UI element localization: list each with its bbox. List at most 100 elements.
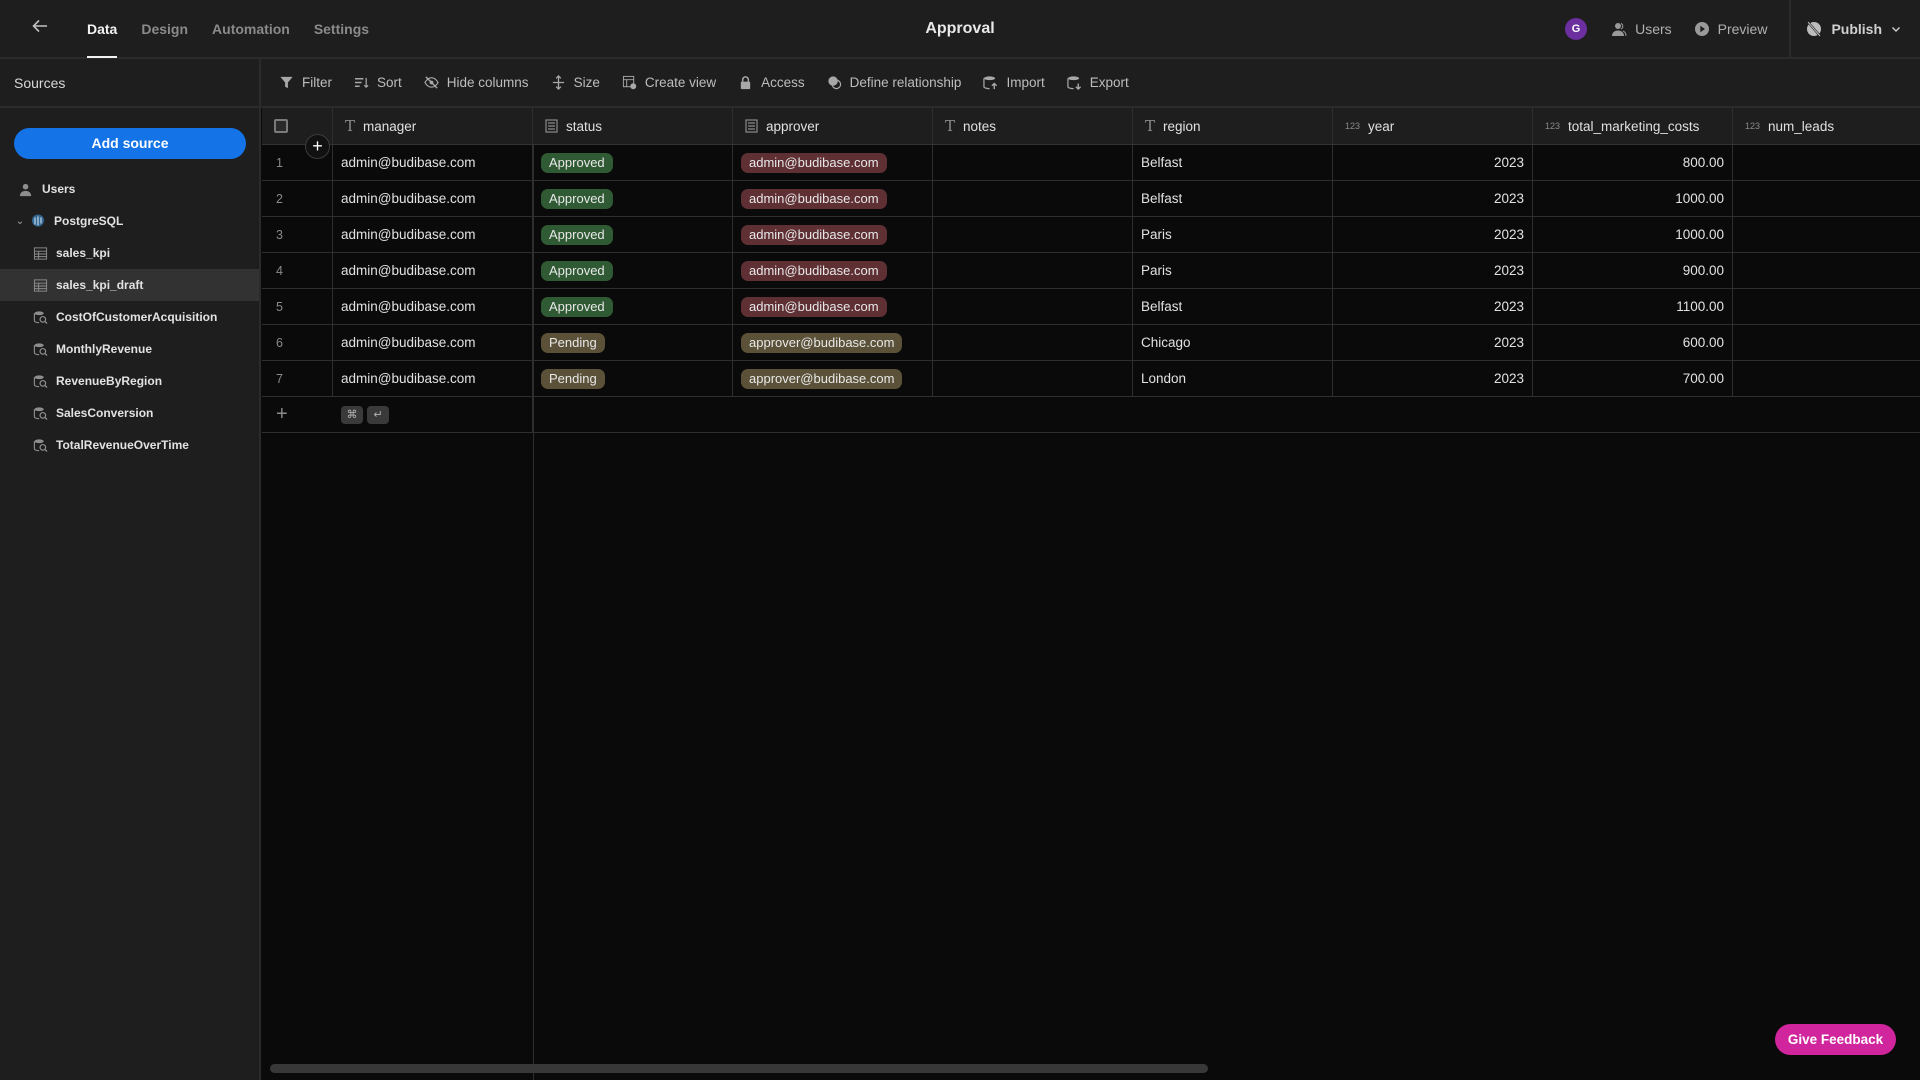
cell-region[interactable]: Chicago [1133, 325, 1333, 360]
cell-year[interactable]: 2023 [1333, 253, 1533, 288]
chevron-down-icon[interactable]: ⌄ [14, 216, 26, 227]
cell-manager[interactable]: admin@budibase.com [333, 145, 533, 180]
cell-num-leads[interactable]: 23 [1733, 253, 1920, 288]
cell-region[interactable]: Paris [1133, 217, 1333, 252]
cell-status[interactable]: Pending [533, 325, 733, 360]
cell-num-leads[interactable]: 20 [1733, 145, 1920, 180]
cell-num-leads[interactable]: 16 [1733, 325, 1920, 360]
column-header-status[interactable]: status [533, 108, 733, 144]
cell-manager[interactable]: admin@budibase.com [333, 289, 533, 324]
column-header-approver[interactable]: approver [733, 108, 933, 144]
source-item-cost-of-customer-acquisition[interactable]: CostOfCustomerAcquisition [0, 301, 259, 333]
tab-automation[interactable]: Automation [200, 0, 302, 58]
column-header-manager[interactable]: T manager [333, 108, 533, 144]
source-item-sales-kpi[interactable]: sales_kpi [0, 237, 259, 269]
tab-design[interactable]: Design [129, 0, 200, 58]
table-row[interactable]: 1 admin@budibase.com Approved admin@budibas… [262, 145, 1920, 181]
table-row[interactable]: 6 admin@budibase.com Pending approver@budib… [262, 325, 1920, 361]
cell-region[interactable]: Belfast [1133, 289, 1333, 324]
publish-button[interactable]: Publish [1789, 0, 1920, 58]
cell-status[interactable]: Approved [533, 289, 733, 324]
cell-region[interactable]: London [1133, 361, 1333, 396]
cell-approver[interactable]: approver@budibase.com [733, 325, 933, 360]
cell-status[interactable]: Approved [533, 253, 733, 288]
source-item-monthly-revenue[interactable]: MonthlyRevenue [0, 333, 259, 365]
cell-notes[interactable] [933, 181, 1133, 216]
horizontal-scrollbar[interactable] [270, 1064, 1208, 1073]
cell-num-leads[interactable]: 9 [1733, 361, 1920, 396]
tab-settings[interactable]: Settings [302, 0, 381, 58]
column-header-year[interactable]: 123 year [1333, 108, 1533, 144]
cell-manager[interactable]: admin@budibase.com [333, 181, 533, 216]
source-item-total-revenue-over-time[interactable]: TotalRevenueOverTime [0, 429, 259, 461]
sort-button[interactable]: Sort [354, 75, 402, 90]
tab-data[interactable]: Data [75, 0, 129, 58]
cell-notes[interactable] [933, 361, 1133, 396]
row-index-cell[interactable]: 3 [262, 217, 333, 252]
create-view-button[interactable]: Create view [622, 75, 716, 90]
size-button[interactable]: Size [551, 75, 600, 90]
cell-notes[interactable] [933, 289, 1133, 324]
avatar[interactable]: G [1565, 18, 1588, 40]
cell-manager[interactable]: admin@budibase.com [333, 325, 533, 360]
cell-status[interactable]: Approved [533, 145, 733, 180]
cell-year[interactable]: 2023 [1333, 325, 1533, 360]
cell-year[interactable]: 2023 [1333, 145, 1533, 180]
source-item-users[interactable]: Users [0, 173, 259, 205]
cell-status[interactable]: Pending [533, 361, 733, 396]
cell-total-marketing-costs[interactable]: 900.00 [1533, 253, 1733, 288]
cell-approver[interactable]: admin@budibase.com [733, 217, 933, 252]
cell-year[interactable]: 2023 [1333, 361, 1533, 396]
add-row-floating-button[interactable]: + [305, 134, 330, 159]
cell-region[interactable]: Belfast [1133, 145, 1333, 180]
cell-approver[interactable]: admin@budibase.com [733, 145, 933, 180]
column-header-total-marketing-costs[interactable]: 123 total_marketing_costs [1533, 108, 1733, 144]
cell-total-marketing-costs[interactable]: 700.00 [1533, 361, 1733, 396]
import-button[interactable]: Import [983, 75, 1045, 90]
cell-total-marketing-costs[interactable]: 1000.00 [1533, 217, 1733, 252]
column-header-notes[interactable]: T notes [933, 108, 1133, 144]
source-item-sales-kpi-draft[interactable]: sales_kpi_draft [0, 269, 259, 301]
cell-total-marketing-costs[interactable]: 1000.00 [1533, 181, 1733, 216]
column-header-num-leads[interactable]: 123 num_leads [1733, 108, 1920, 144]
give-feedback-button[interactable]: Give Feedback [1775, 1024, 1896, 1055]
cell-notes[interactable] [933, 145, 1133, 180]
cell-status[interactable]: Approved [533, 217, 733, 252]
cell-approver[interactable]: approver@budibase.com [733, 361, 933, 396]
cell-approver[interactable]: admin@budibase.com [733, 289, 933, 324]
cell-notes[interactable] [933, 325, 1133, 360]
cell-manager[interactable]: admin@budibase.com [333, 253, 533, 288]
define-relationship-button[interactable]: Define relationship [827, 75, 961, 90]
row-index-cell[interactable]: 7 [262, 361, 333, 396]
table-row[interactable]: 2 admin@budibase.com Approved admin@budibas… [262, 181, 1920, 217]
column-header-region[interactable]: T region [1133, 108, 1333, 144]
cell-approver[interactable]: admin@budibase.com [733, 253, 933, 288]
access-button[interactable]: Access [738, 75, 805, 90]
cell-total-marketing-costs[interactable]: 800.00 [1533, 145, 1733, 180]
cell-region[interactable]: Belfast [1133, 181, 1333, 216]
cell-notes[interactable] [933, 217, 1133, 252]
cell-year[interactable]: 2023 [1333, 217, 1533, 252]
source-item-revenue-by-region[interactable]: RevenueByRegion [0, 365, 259, 397]
cell-region[interactable]: Paris [1133, 253, 1333, 288]
cell-year[interactable]: 2023 [1333, 289, 1533, 324]
export-button[interactable]: Export [1067, 75, 1129, 90]
preview-button[interactable]: Preview [1694, 21, 1767, 37]
cell-num-leads[interactable]: 20 [1733, 181, 1920, 216]
source-item-sales-conversion[interactable]: SalesConversion [0, 397, 259, 429]
table-row[interactable]: 7 admin@budibase.com Pending approver@budib… [262, 361, 1920, 397]
hide-columns-button[interactable]: Hide columns [424, 75, 529, 90]
filter-button[interactable]: Filter [279, 75, 332, 90]
cell-manager[interactable]: admin@budibase.com [333, 217, 533, 252]
add-row[interactable]: + ⌘ ↵ [262, 397, 1920, 433]
cell-total-marketing-costs[interactable]: 1100.00 [1533, 289, 1733, 324]
add-source-button[interactable]: Add source [14, 128, 246, 159]
table-row[interactable]: 5 admin@budibase.com Approved admin@budibas… [262, 289, 1920, 325]
row-index-cell[interactable]: 2 [262, 181, 333, 216]
users-button[interactable]: Users [1611, 21, 1672, 37]
cell-manager[interactable]: admin@budibase.com [333, 361, 533, 396]
cell-status[interactable]: Approved [533, 181, 733, 216]
add-row-button[interactable]: + [262, 397, 333, 432]
cell-total-marketing-costs[interactable]: 600.00 [1533, 325, 1733, 360]
cell-num-leads[interactable]: 12 [1733, 217, 1920, 252]
